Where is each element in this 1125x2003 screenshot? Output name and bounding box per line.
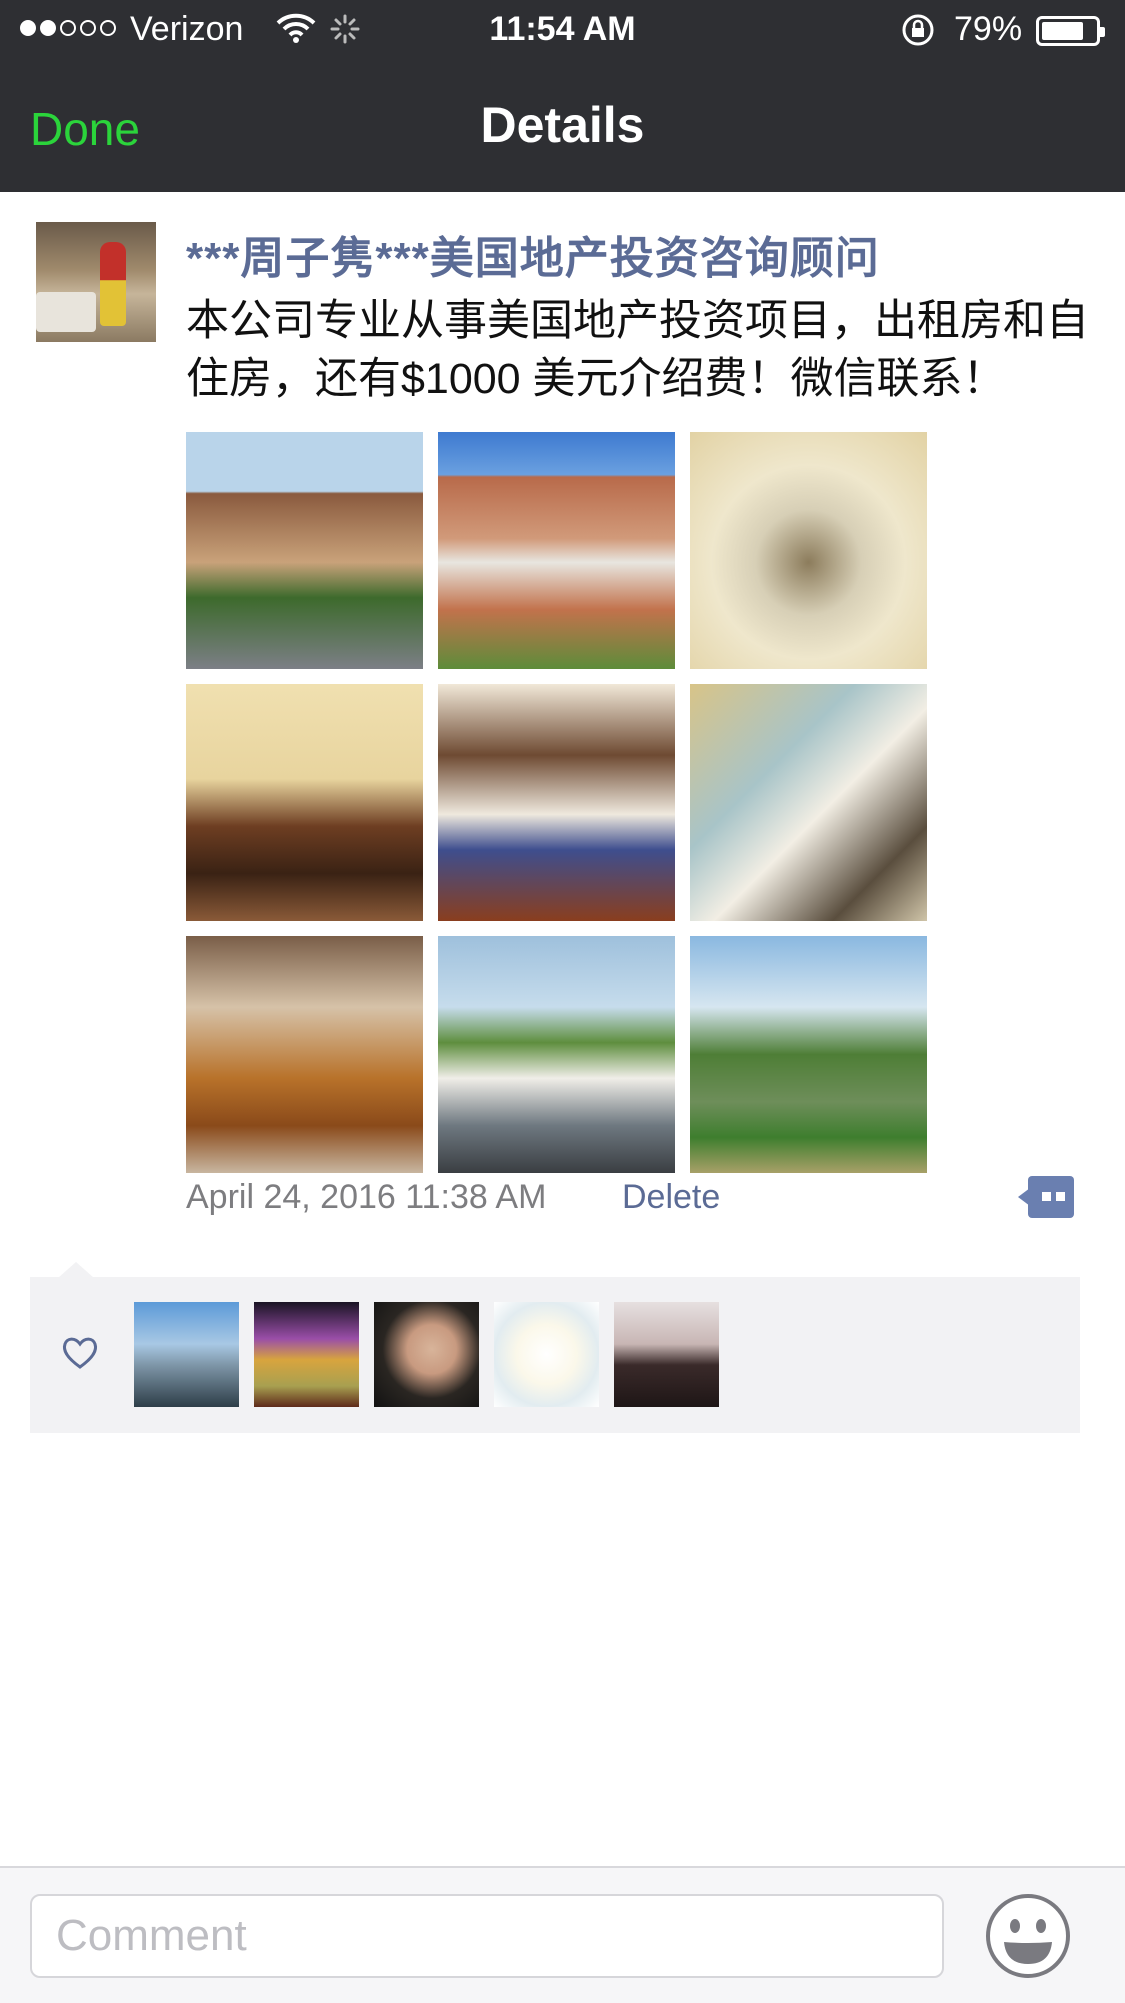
- liker-avatar[interactable]: [134, 1302, 239, 1407]
- likes-panel: [30, 1277, 1080, 1433]
- page-title: Details: [480, 97, 645, 153]
- post-photo[interactable]: [690, 936, 927, 1173]
- comment-input[interactable]: [30, 1894, 944, 1978]
- post-photo[interactable]: [438, 432, 675, 669]
- likes-pointer: [58, 1262, 94, 1278]
- author-name[interactable]: ***周子隽***美国地产投资咨询顾问: [186, 222, 880, 286]
- battery-percentage: 79%: [954, 10, 1023, 48]
- rotation-lock-icon: [900, 12, 936, 57]
- liker-avatar[interactable]: [494, 1302, 599, 1407]
- liker-avatar[interactable]: [254, 1302, 359, 1407]
- post-photo[interactable]: [186, 936, 423, 1173]
- post-text: 本公司专业从事美国地产投资项目，出租房和自住房，还有$1000 美元介绍费！微信…: [186, 297, 1089, 403]
- comment-bubble-icon[interactable]: [1018, 1176, 1074, 1218]
- post-photo[interactable]: [438, 936, 675, 1173]
- author-avatar[interactable]: [36, 222, 156, 342]
- liker-avatar[interactable]: [614, 1302, 719, 1407]
- battery-icon: [1036, 16, 1105, 46]
- emoji-icon[interactable]: [984, 1892, 1072, 1980]
- post-timestamp: April 24, 2016 11:38 AM: [186, 1178, 547, 1216]
- status-bar: Verizon 11:54 AM 79%: [0, 0, 1125, 60]
- photo-grid: [186, 432, 928, 1173]
- post-photo[interactable]: [438, 684, 675, 921]
- navigation-bar: Verizon 11:54 AM 79% Done Details: [0, 0, 1125, 192]
- post-photo[interactable]: [690, 432, 927, 669]
- post-photo[interactable]: [690, 684, 927, 921]
- post-photo[interactable]: [186, 684, 423, 921]
- post-photo[interactable]: [186, 432, 423, 669]
- liker-avatar[interactable]: [374, 1302, 479, 1407]
- comment-bar: [0, 1866, 1125, 2003]
- delete-button[interactable]: Delete: [622, 1178, 720, 1217]
- heart-icon: [60, 1333, 100, 1373]
